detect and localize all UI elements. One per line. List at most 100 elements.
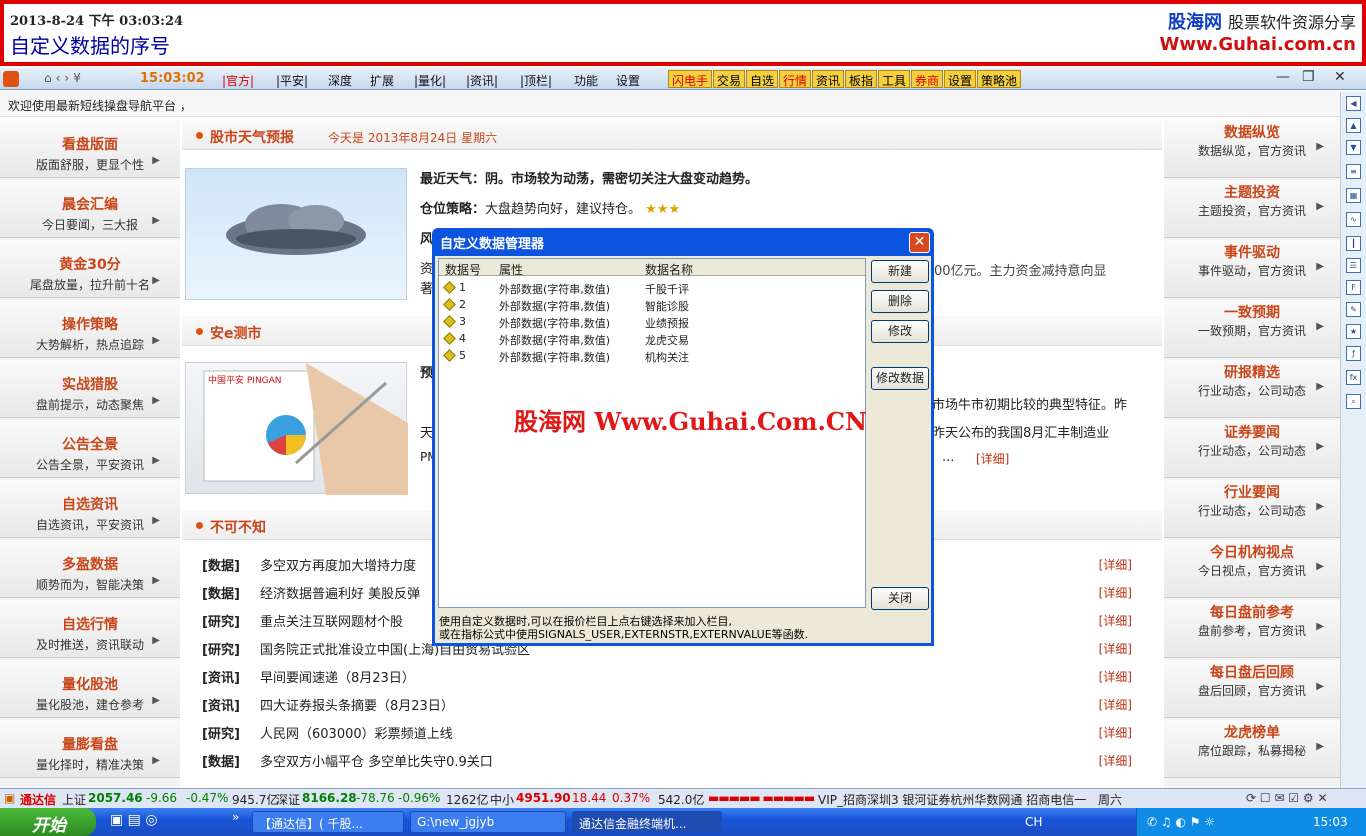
list-item[interactable]: 2 外部数据(字符串,数值) 智能诊股 [439, 296, 865, 313]
right-nav-item[interactable]: 行业要闻 行业动态，公司动态 ▶ [1164, 480, 1340, 538]
right-nav-item[interactable]: 龙虎榜单 席位跟踪，私募揭秘 ▶ [1164, 720, 1340, 778]
right-nav-item[interactable]: 研报精选 行业动态，公司动态 ▶ [1164, 360, 1340, 418]
left-nav-item[interactable]: 量膨看盘 量化择时，精准决策 ▶ [0, 720, 180, 778]
new-button[interactable]: 新建 [871, 260, 929, 283]
news-title[interactable]: 早间要闻速递（8月23日） [260, 667, 415, 686]
quick-news[interactable]: 资讯 [812, 70, 845, 88]
right-nav-item[interactable]: 今日机构视点 今日视点，官方资讯 ▶ [1164, 540, 1340, 598]
list-icon[interactable]: ☰ [1346, 258, 1361, 273]
candlestick-icon[interactable]: ┃ [1346, 236, 1361, 251]
quick-settings[interactable]: 设置 [944, 70, 977, 88]
left-nav-item[interactable]: 自选行情 及时推送，资讯联动 ▶ [0, 600, 180, 658]
col-attribute[interactable]: 属性 [499, 261, 523, 278]
news-row[interactable]: [资讯] 早间要闻速递（8月23日） [详细] [202, 662, 1152, 690]
left-nav-item[interactable]: 量化股池 量化股池，建仓参考 ▶ [0, 660, 180, 718]
news-more-link[interactable]: [详细] [1099, 584, 1132, 601]
menu-pingan[interactable]: |平安| [276, 72, 308, 89]
section-title[interactable]: 股市天气预报 [210, 127, 294, 147]
task-folder[interactable]: G:\new_jgjyb [410, 811, 566, 833]
quick-strategy[interactable]: 策略池 [977, 70, 1022, 88]
left-nav-item[interactable]: 看盘版面 版面舒服，更显个性 ▶ [0, 120, 180, 178]
ae-more-link[interactable]: [详细] [976, 450, 1009, 467]
nav-arrows-icon[interactable]: ⌂‹›¥ [44, 71, 85, 85]
quick-broker[interactable]: 券商 [911, 70, 944, 88]
menu-info[interactable]: |资讯| [466, 72, 498, 89]
news-more-link[interactable]: [详细] [1099, 752, 1132, 769]
news-title[interactable]: 多空双方小幅平仓 多空单比失守0.9关口 [260, 751, 493, 770]
f10-icon[interactable]: F [1346, 280, 1361, 295]
news-row[interactable]: [研究] 人民网（603000）彩票频道上线 [详细] [202, 718, 1152, 746]
ime-indicator[interactable]: CH [1025, 815, 1042, 829]
taskbar-overflow-icon[interactable]: » [232, 810, 239, 824]
news-title[interactable]: 四大证券报头条摘要（8月23日） [260, 695, 454, 714]
app-icon[interactable]: ▣ [4, 791, 15, 805]
left-nav-item[interactable]: 多盈数据 顺势而为，智能决策 ▶ [0, 540, 180, 598]
delete-button[interactable]: 删除 [871, 290, 929, 313]
left-nav-item[interactable]: 公告全景 公告全景，平安资讯 ▶ [0, 420, 180, 478]
news-more-link[interactable]: [详细] [1099, 556, 1132, 573]
menu-depth[interactable]: 深度 [328, 72, 352, 89]
news-more-link[interactable]: [详细] [1099, 668, 1132, 685]
formula-icon[interactable]: ƒ [1346, 346, 1361, 361]
quick-launch-icons[interactable]: ▣ ▤ ◎ [110, 812, 158, 828]
grid-icon[interactable]: ▦ [1346, 188, 1361, 203]
news-row[interactable]: [数据] 多空双方小幅平仓 多空单比失守0.9关口 [详细] [202, 746, 1152, 774]
quick-quote[interactable]: 行情 [779, 70, 812, 88]
menu-official[interactable]: |官方| [222, 72, 254, 89]
col-number[interactable]: 数据号 [445, 261, 481, 278]
left-nav-item[interactable]: 操作策略 大势解析，热点追踪 ▶ [0, 300, 180, 358]
left-nav-item[interactable]: 自选资讯 自选资讯，平安资讯 ▶ [0, 480, 180, 538]
tray-icons[interactable]: ✆ ♫ ◐ ⚑ ☼ [1147, 815, 1215, 829]
right-nav-item[interactable]: 一致预期 一致预期，官方资讯 ▶ [1164, 300, 1340, 358]
edit-button[interactable]: 修改 [871, 320, 929, 343]
left-nav-item[interactable]: 实战猎股 盘前提示，动态聚焦 ▶ [0, 360, 180, 418]
right-nav-item[interactable]: 每日盘后回顾 盘后回顾，官方资讯 ▶ [1164, 660, 1340, 718]
watchlist-icon[interactable]: ★ [1346, 324, 1361, 339]
section-title[interactable]: 安e测市 [210, 323, 262, 343]
minimize-icon[interactable]: — [1276, 69, 1290, 85]
list-item[interactable]: 4 外部数据(字符串,数值) 龙虎交易 [439, 330, 865, 347]
news-title[interactable]: 人民网（603000）彩票频道上线 [260, 723, 453, 742]
line-chart-icon[interactable]: ∿ [1346, 212, 1361, 227]
menu-topbar[interactable]: |顶栏| [520, 72, 552, 89]
menu-quant[interactable]: |量化| [414, 72, 446, 89]
notes-icon[interactable]: ✎ [1346, 302, 1361, 317]
function-icon[interactable]: fx [1346, 370, 1361, 385]
document-icon[interactable]: ≡ [1346, 164, 1361, 179]
start-button[interactable]: 开始 [0, 808, 96, 836]
menu-extend[interactable]: 扩展 [370, 72, 394, 89]
left-nav-item[interactable]: 晨会汇编 今日要闻，三大报 ▶ [0, 180, 180, 238]
close-button[interactable]: 关闭 [871, 587, 929, 610]
down-arrow-icon[interactable]: ▼ [1346, 140, 1361, 155]
tray-clock[interactable]: 15:03 [1313, 815, 1348, 829]
restore-icon[interactable]: ❐ [1302, 69, 1315, 85]
search-icon[interactable]: ⌕ [1346, 394, 1361, 409]
news-title[interactable]: 经济数据普遍利好 美股反弹 [260, 583, 420, 602]
close-icon[interactable]: ✕ [1334, 69, 1346, 85]
news-more-link[interactable]: [详细] [1099, 724, 1132, 741]
right-nav-item[interactable]: 证券要闻 行业动态，公司动态 ▶ [1164, 420, 1340, 478]
up-arrow-icon[interactable]: ▲ [1346, 118, 1361, 133]
quick-tools[interactable]: 工具 [878, 70, 911, 88]
right-nav-item[interactable]: 数据纵览 数据纵览，官方资讯 ▶ [1164, 120, 1340, 178]
list-item[interactable]: 3 外部数据(字符串,数值) 业绩预报 [439, 313, 865, 330]
quick-watchlist[interactable]: 自选 [746, 70, 779, 88]
news-title[interactable]: 多空双方再度加大增持力度 [260, 555, 416, 574]
dialog-close-icon[interactable]: ✕ [909, 232, 930, 253]
right-nav-item[interactable]: 事件驱动 事件驱动，官方资讯 ▶ [1164, 240, 1340, 298]
right-nav-item[interactable]: 主题投资 主题投资，官方资讯 ▶ [1164, 180, 1340, 238]
news-row[interactable]: [资讯] 四大证券报头条摘要（8月23日） [详细] [202, 690, 1152, 718]
section-title[interactable]: 不可不知 [210, 517, 266, 537]
quick-flash[interactable]: 闪电手 [668, 70, 713, 88]
back-arrow-icon[interactable]: ◀ [1346, 96, 1361, 111]
news-more-link[interactable]: [详细] [1099, 696, 1132, 713]
app-logo-icon[interactable] [3, 71, 19, 87]
task-tdx-terminal[interactable]: 通达信金融终端机... [572, 811, 722, 833]
edit-data-button[interactable]: 修改数据 [871, 367, 929, 390]
news-title[interactable]: 重点关注互联网题材个股 [260, 611, 403, 630]
menu-settings[interactable]: 设置 [616, 72, 640, 89]
news-more-link[interactable]: [详细] [1099, 640, 1132, 657]
quick-index[interactable]: 板指 [845, 70, 878, 88]
col-name[interactable]: 数据名称 [645, 261, 693, 278]
menu-function[interactable]: 功能 [574, 72, 598, 89]
